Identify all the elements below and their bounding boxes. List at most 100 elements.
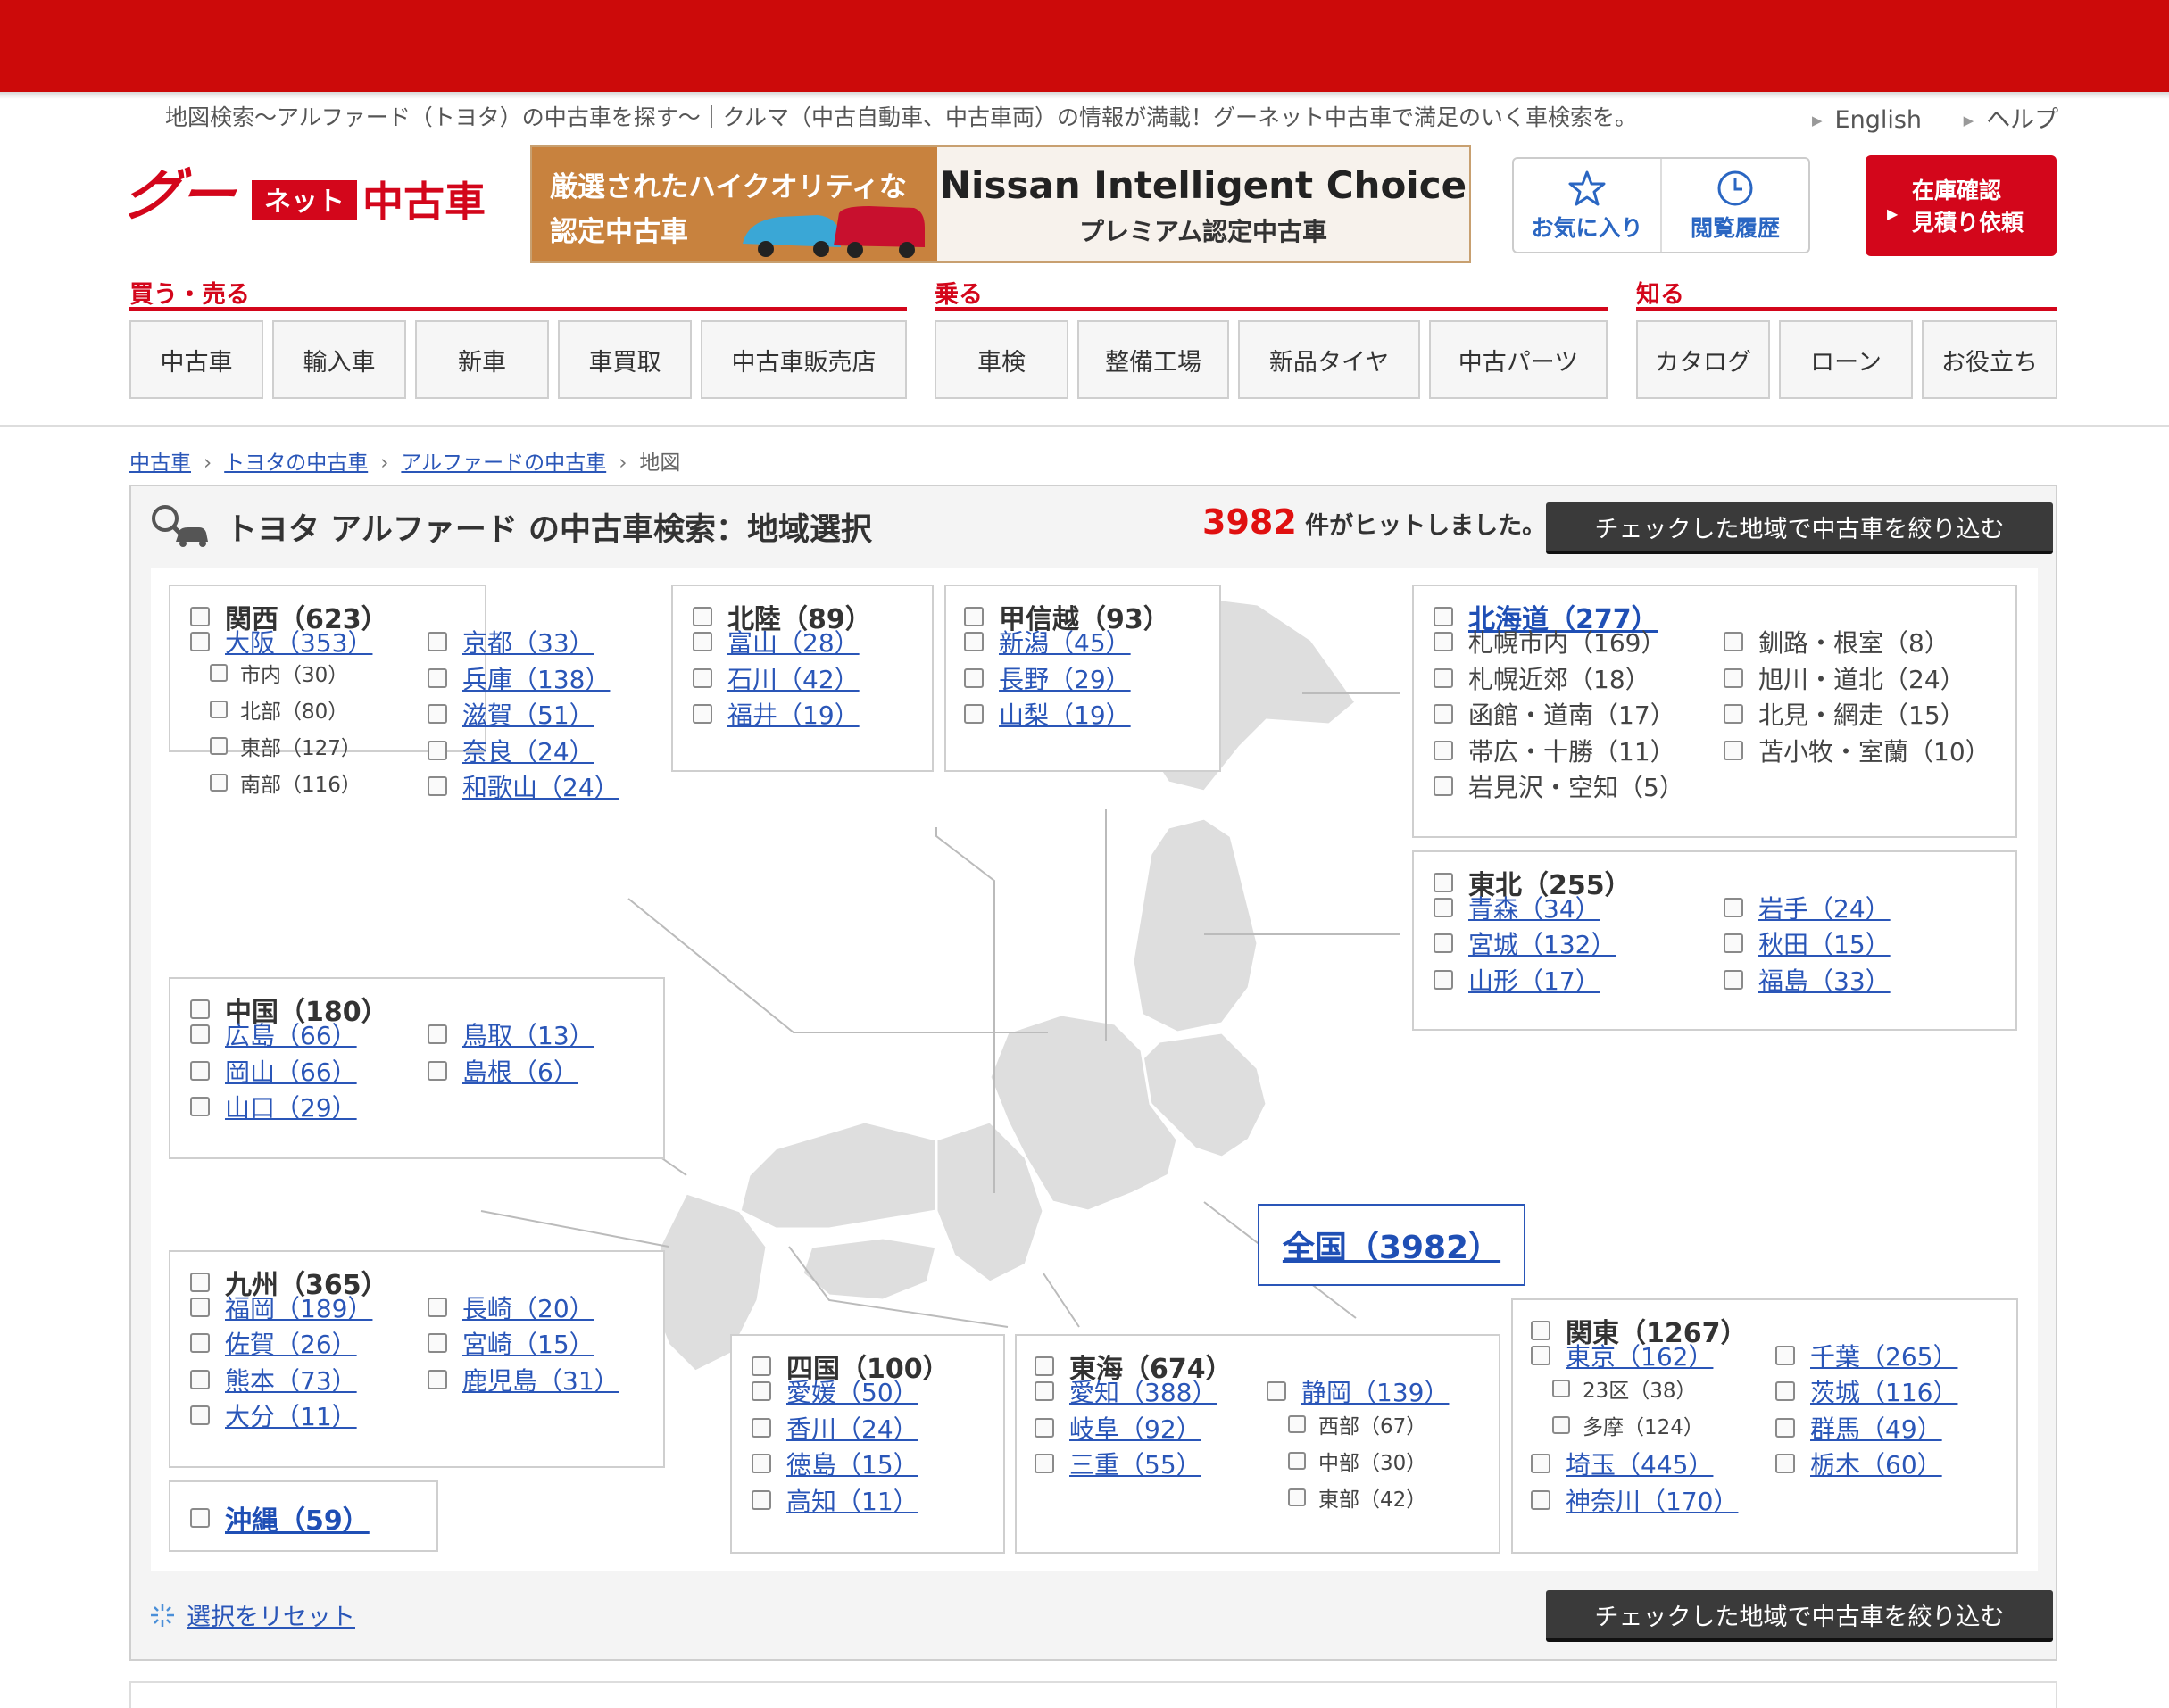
sub-tokyo-tama[interactable]: 多摩（124）: [1552, 1410, 1704, 1440]
pref-label[interactable]: 福井（19）: [727, 696, 860, 732]
pref-label[interactable]: 兵庫（138）: [462, 660, 610, 696]
pref-yamagata[interactable]: 山形（17）: [1434, 962, 1600, 998]
sub-checkbox[interactable]: [1288, 1488, 1306, 1506]
pref-label[interactable]: 茨城（116）: [1810, 1373, 1957, 1409]
pref-oita[interactable]: 大分（11）: [190, 1397, 357, 1433]
region-okinawa[interactable]: 沖縄（59）: [190, 1498, 370, 1538]
crumb-alphard[interactable]: アルファードの中古車: [401, 452, 606, 475]
sub-asahikawa[interactable]: 旭川・道北（24）: [1724, 660, 1965, 696]
pref-label[interactable]: 石川（42）: [727, 660, 860, 696]
pref-nara[interactable]: 奈良（24）: [428, 733, 594, 768]
pref-miyagi[interactable]: 宮城（132）: [1434, 925, 1616, 961]
pref-checkbox[interactable]: [752, 1454, 771, 1473]
nav-tips[interactable]: お役立ち: [1922, 320, 2057, 399]
pref-checkbox[interactable]: [428, 1024, 447, 1044]
pref-label[interactable]: 徳島（15）: [786, 1446, 918, 1481]
sub-checkbox[interactable]: [1724, 668, 1743, 688]
pref-label[interactable]: 高知（11）: [786, 1482, 918, 1518]
pref-label[interactable]: 和歌山（24）: [462, 768, 619, 804]
nav-new-tires[interactable]: 新品タイヤ: [1238, 320, 1420, 399]
pref-label[interactable]: 宮崎（15）: [462, 1325, 594, 1361]
pref-fukui[interactable]: 福井（19）: [693, 696, 860, 732]
pref-yamaguchi[interactable]: 山口（29）: [190, 1089, 357, 1124]
sub-checkbox[interactable]: [210, 664, 228, 682]
sub-checkbox[interactable]: [1288, 1452, 1306, 1470]
nav-loan[interactable]: ローン: [1779, 320, 1913, 399]
pref-yamanashi[interactable]: 山梨（19）: [964, 696, 1131, 732]
pref-checkbox[interactable]: [1531, 1490, 1550, 1510]
pref-label[interactable]: 宮城（132）: [1468, 925, 1616, 961]
pref-checkbox[interactable]: [190, 1405, 210, 1425]
pref-checkbox[interactable]: [428, 1298, 447, 1317]
pref-label[interactable]: 佐賀（26）: [225, 1325, 357, 1361]
pref-checkbox[interactable]: [752, 1418, 771, 1438]
pref-label[interactable]: 栃木（60）: [1810, 1446, 1942, 1481]
pref-checkbox[interactable]: [428, 668, 447, 688]
reset-selection-link[interactable]: 選択をリセット: [149, 1597, 355, 1632]
pref-checkbox[interactable]: [428, 776, 447, 796]
pref-aomori[interactable]: 青森（34）: [1434, 890, 1600, 925]
pref-ibaraki[interactable]: 茨城（116）: [1775, 1373, 1957, 1409]
pref-kagawa[interactable]: 香川（24）: [752, 1410, 918, 1446]
pref-shimane[interactable]: 島根（6）: [428, 1053, 578, 1089]
reset-label[interactable]: 選択をリセット: [187, 1597, 355, 1632]
all-japan-label[interactable]: 全国（3982）: [1283, 1222, 1500, 1268]
pref-label[interactable]: 静岡（139）: [1301, 1373, 1449, 1409]
pref-label[interactable]: 山梨（19）: [999, 696, 1131, 732]
pref-checkbox[interactable]: [1724, 970, 1743, 990]
pref-fukushima[interactable]: 福島（33）: [1724, 962, 1891, 998]
all-japan-link[interactable]: 全国（3982）: [1258, 1204, 1525, 1286]
sub-kushiro-nemuro[interactable]: 釧路・根室（8）: [1724, 624, 1949, 659]
pref-chiba[interactable]: 千葉（265）: [1775, 1338, 1957, 1373]
pref-aichi[interactable]: 愛知（388）: [1035, 1373, 1217, 1409]
pref-label[interactable]: 岡山（66）: [225, 1053, 357, 1089]
pref-kanagawa[interactable]: 神奈川（170）: [1531, 1482, 1738, 1518]
stock-estimate-button[interactable]: ▶ 在庫確認 見積り依頼: [1866, 155, 2057, 256]
pref-checkbox[interactable]: [1434, 970, 1453, 990]
pref-label[interactable]: 福岡（189）: [225, 1289, 372, 1325]
sub-iwamizawa[interactable]: 岩見沢・空知（5）: [1434, 768, 1684, 804]
pref-label[interactable]: 千葉（265）: [1810, 1338, 1957, 1373]
pref-miyazaki[interactable]: 宮崎（15）: [428, 1325, 594, 1361]
region-name[interactable]: 沖縄（59）: [225, 1498, 370, 1538]
pref-label[interactable]: 愛媛（50）: [786, 1373, 918, 1409]
pref-checkbox[interactable]: [964, 704, 984, 724]
nav-catalog[interactable]: カタログ: [1636, 320, 1770, 399]
sub-shizuoka-east[interactable]: 東部（42）: [1288, 1482, 1426, 1513]
pref-label[interactable]: 長崎（20）: [462, 1289, 594, 1325]
pref-checkbox[interactable]: [1775, 1346, 1795, 1365]
pref-checkbox[interactable]: [1531, 1346, 1550, 1365]
sub-osaka-north[interactable]: 北部（80）: [210, 694, 348, 725]
pref-checkbox[interactable]: [428, 1061, 447, 1081]
pref-checkbox[interactable]: [428, 741, 447, 760]
sub-shizuoka-central[interactable]: 中部（30）: [1288, 1446, 1426, 1476]
pref-label[interactable]: 大阪（353）: [225, 624, 372, 659]
sub-checkbox[interactable]: [210, 701, 228, 718]
pref-ishikawa[interactable]: 石川（42）: [693, 660, 860, 696]
pref-checkbox[interactable]: [190, 1097, 210, 1116]
sub-tomakomai[interactable]: 苫小牧・室蘭（10）: [1724, 733, 1990, 768]
sub-checkbox[interactable]: [1434, 704, 1453, 724]
pref-checkbox[interactable]: [1035, 1454, 1054, 1473]
pref-checkbox[interactable]: [1724, 933, 1743, 953]
pref-label[interactable]: 山形（17）: [1468, 962, 1600, 998]
pref-checkbox[interactable]: [1035, 1418, 1054, 1438]
pref-label[interactable]: 鳥取（13）: [462, 1016, 594, 1052]
pref-checkbox[interactable]: [1775, 1454, 1795, 1473]
pref-checkbox[interactable]: [693, 704, 712, 724]
pref-label[interactable]: 京都（33）: [462, 624, 594, 659]
pref-label[interactable]: 青森（34）: [1468, 890, 1600, 925]
sub-checkbox[interactable]: [1288, 1415, 1306, 1433]
pref-label[interactable]: 富山（28）: [727, 624, 860, 659]
favorites-button[interactable]: お気に入り: [1514, 159, 1660, 252]
crumb-toyota[interactable]: トヨタの中古車: [224, 452, 368, 475]
pref-mie[interactable]: 三重（55）: [1035, 1446, 1201, 1481]
pref-fukuoka[interactable]: 福岡（189）: [190, 1289, 372, 1325]
nav-inspection[interactable]: 車検: [935, 320, 1068, 399]
pref-tochigi[interactable]: 栃木（60）: [1775, 1446, 1942, 1481]
pref-gifu[interactable]: 岐阜（92）: [1035, 1410, 1201, 1446]
pref-label[interactable]: 奈良（24）: [462, 733, 594, 768]
sub-checkbox[interactable]: [1724, 741, 1743, 760]
pref-label[interactable]: 滋賀（51）: [462, 696, 594, 732]
pref-label[interactable]: 群馬（49）: [1810, 1410, 1942, 1446]
